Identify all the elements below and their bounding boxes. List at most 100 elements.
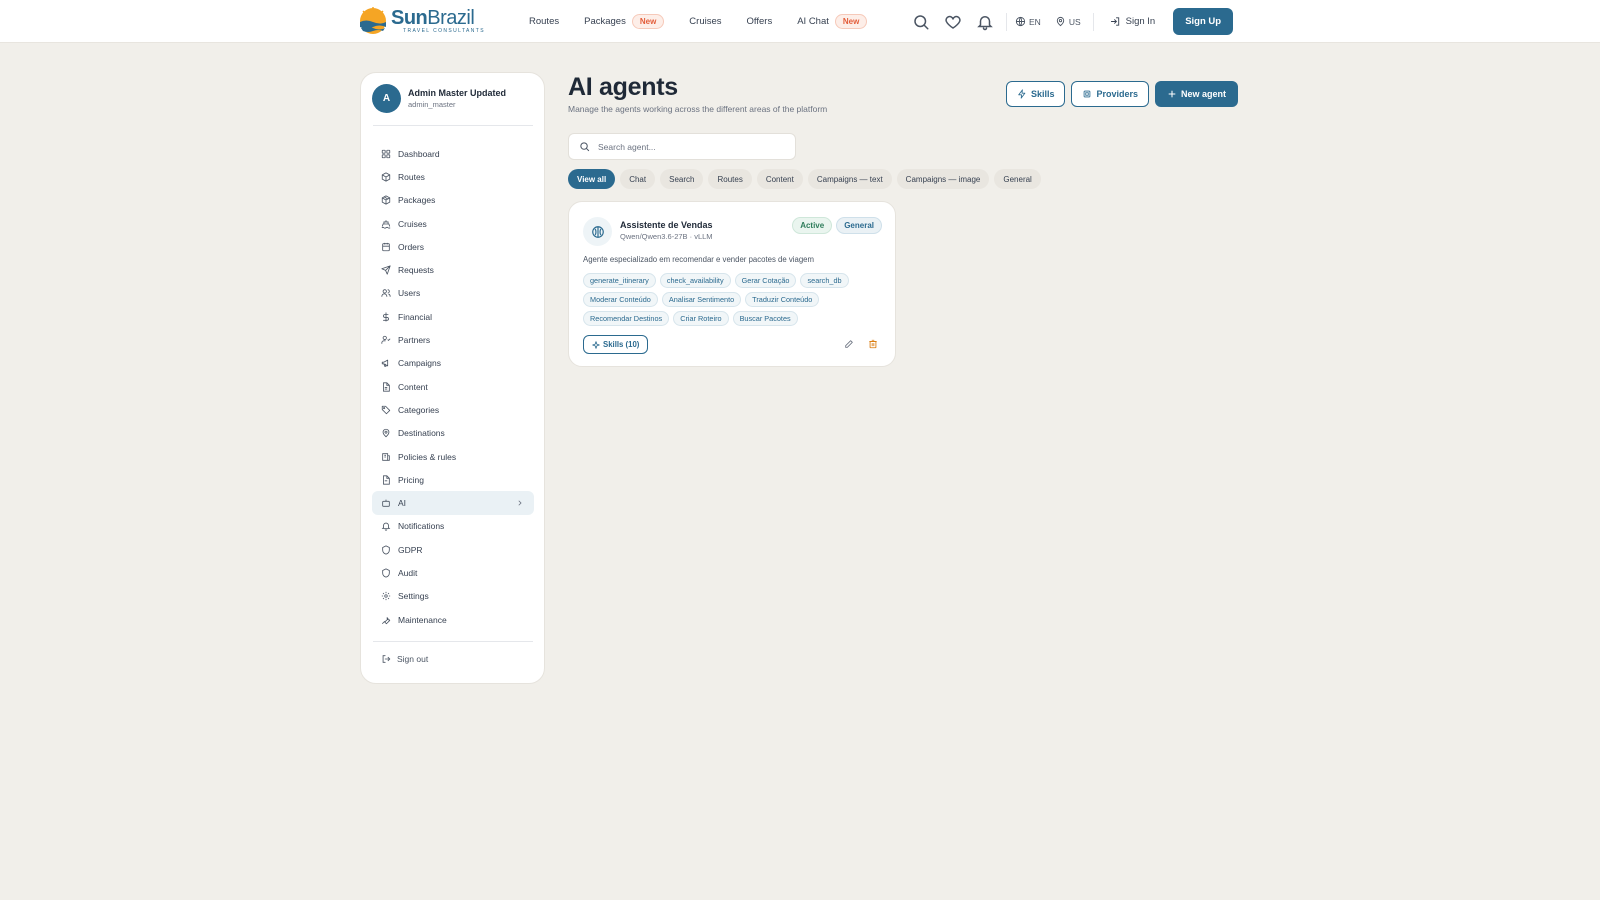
filter-general[interactable]: General	[994, 169, 1041, 189]
providers-button[interactable]: Providers	[1071, 81, 1149, 107]
sparkle-icon	[592, 340, 600, 349]
chip-icon	[1084, 90, 1091, 98]
sidebar-item-settings[interactable]: Settings	[372, 585, 534, 608]
brand-logo[interactable]: SunBrazil TRAVEL CONSULTANTS	[359, 6, 485, 36]
login-icon	[1110, 17, 1119, 26]
filter-chat[interactable]: Chat	[620, 169, 656, 189]
page-actions: Skills Providers New agent	[1005, 81, 1238, 107]
filter-search[interactable]: Search	[660, 169, 704, 189]
user-profile: A Admin Master Updated admin_master	[372, 84, 506, 113]
edit-icon[interactable]	[844, 339, 854, 349]
new-badge: New	[631, 14, 665, 29]
avatar: A	[372, 84, 401, 113]
filter-routes[interactable]: Routes	[708, 169, 752, 189]
shield-icon	[382, 545, 390, 555]
lightning-icon	[1018, 89, 1026, 99]
nav-link-cruises[interactable]: Cruises	[689, 16, 721, 27]
sidebar-item-maintenance[interactable]: Maintenance	[372, 608, 534, 631]
nav-link-offers[interactable]: Offers	[747, 16, 773, 27]
skills-button[interactable]: Skills	[1005, 81, 1066, 107]
wrench-icon	[381, 616, 391, 624]
sign-out-button[interactable]: Sign out	[381, 654, 428, 664]
category-filters: View all Chat Search Routes Content Camp…	[568, 169, 1041, 189]
user-username: admin_master	[408, 100, 456, 109]
sidebar-divider	[373, 641, 533, 642]
sidebar-item-gdpr[interactable]: GDPR	[372, 538, 534, 561]
admin-sidebar: A Admin Master Updated admin_master Dash…	[360, 72, 545, 684]
nav-link-packages[interactable]: Packages New	[584, 14, 665, 29]
sidebar-item-dashboard[interactable]: Dashboard	[372, 142, 534, 165]
sidebar-item-audit[interactable]: Audit	[372, 561, 534, 584]
sidebar-item-partners[interactable]: Partners	[372, 328, 534, 351]
sidebar-item-orders[interactable]: Orders	[372, 235, 534, 258]
sidebar-item-pricing[interactable]: Pricing	[372, 468, 534, 491]
map-pin-icon	[1056, 16, 1064, 27]
sidebar-item-routes[interactable]: Routes	[372, 165, 534, 188]
sidebar-item-requests[interactable]: Requests	[372, 258, 534, 281]
sidebar-item-users[interactable]: Users	[372, 282, 534, 305]
delete-icon[interactable]	[868, 339, 878, 349]
orders-icon	[382, 242, 390, 251]
sun-logo-icon	[360, 7, 386, 34]
agent-name: Assistente de Vendas	[620, 220, 713, 230]
sidebar-item-packages[interactable]: Packages	[372, 189, 534, 212]
agent-description: Agente especializado em recomendar e ven…	[583, 255, 815, 264]
sidebar-menu: Dashboard Routes Packages Cruises Orders…	[372, 142, 534, 631]
brand-name: SunBrazil	[391, 7, 475, 29]
agent-card-actions	[844, 339, 878, 349]
search-input[interactable]	[598, 141, 778, 152]
logout-icon	[382, 655, 391, 663]
new-badge: New	[834, 14, 868, 29]
brain-icon	[591, 225, 604, 238]
heart-icon[interactable]	[944, 13, 962, 31]
search-icon[interactable]	[912, 13, 930, 31]
filter-campaigns-text[interactable]: Campaigns — text	[807, 169, 892, 189]
tag-icon	[381, 405, 391, 415]
sidebar-item-destinations[interactable]: Destinations	[372, 422, 534, 445]
sign-in-button[interactable]: Sign In	[1110, 16, 1155, 27]
scale-icon	[382, 452, 390, 461]
nav-divider	[1092, 12, 1094, 31]
sidebar-item-notifications[interactable]: Notifications	[372, 515, 534, 538]
tool-tag: Moderar Conteúdo	[583, 292, 658, 307]
agent-skills-button[interactable]: Skills (10)	[583, 335, 649, 354]
tool-tag: search_db	[800, 273, 849, 288]
agent-badges: Active General	[792, 217, 882, 234]
sidebar-item-categories[interactable]: Categories	[372, 398, 534, 421]
filter-campaigns-image[interactable]: Campaigns — image	[896, 169, 990, 189]
agent-tools: generate_itinerary check_availability Ge…	[583, 273, 883, 326]
tool-tag: Recomendar Destinos	[583, 311, 670, 326]
nav-divider	[1006, 12, 1007, 31]
sidebar-item-ai[interactable]: AI	[372, 491, 534, 515]
package-icon	[381, 195, 391, 205]
brand-tagline: TRAVEL CONSULTANTS	[403, 28, 485, 34]
filter-view-all[interactable]: View all	[568, 169, 616, 189]
tool-tag: generate_itinerary	[583, 273, 656, 288]
shield-check-icon	[382, 568, 390, 578]
tool-tag: Traduzir Conteúdo	[745, 292, 820, 307]
tool-tag: Analisar Sentimento	[661, 292, 742, 307]
agent-avatar	[583, 217, 612, 246]
sign-up-button[interactable]: Sign Up	[1173, 8, 1234, 35]
sidebar-item-financial[interactable]: Financial	[372, 305, 534, 328]
nav-link-ai-chat[interactable]: AI Chat New	[797, 14, 868, 29]
agent-card[interactable]: Assistente de Vendas Qwen/Qwen3.6-27B · …	[568, 201, 896, 367]
nav-link-routes[interactable]: Routes	[529, 16, 559, 27]
sidebar-item-campaigns[interactable]: Campaigns	[372, 352, 534, 375]
sidebar-item-cruises[interactable]: Cruises	[372, 212, 534, 235]
chevron-right-icon	[518, 500, 522, 506]
agent-search-box	[568, 133, 796, 160]
language-selector[interactable]: EN	[1015, 16, 1041, 27]
filter-content[interactable]: Content	[756, 169, 803, 189]
tool-tag: check_availability	[659, 273, 731, 288]
sidebar-item-content[interactable]: Content	[372, 375, 534, 398]
bell-icon[interactable]	[976, 13, 994, 31]
sidebar-item-policies[interactable]: Policies & rules	[372, 445, 534, 468]
region-selector[interactable]: US	[1055, 16, 1081, 27]
tool-tag: Criar Roteiro	[673, 311, 729, 326]
new-agent-button[interactable]: New agent	[1154, 81, 1238, 107]
tool-tag: Buscar Pacotes	[732, 311, 798, 326]
map-pin-icon	[382, 429, 390, 438]
main-nav: Routes Packages New Cruises Offers AI Cha…	[529, 0, 892, 43]
file-icon	[383, 382, 390, 392]
